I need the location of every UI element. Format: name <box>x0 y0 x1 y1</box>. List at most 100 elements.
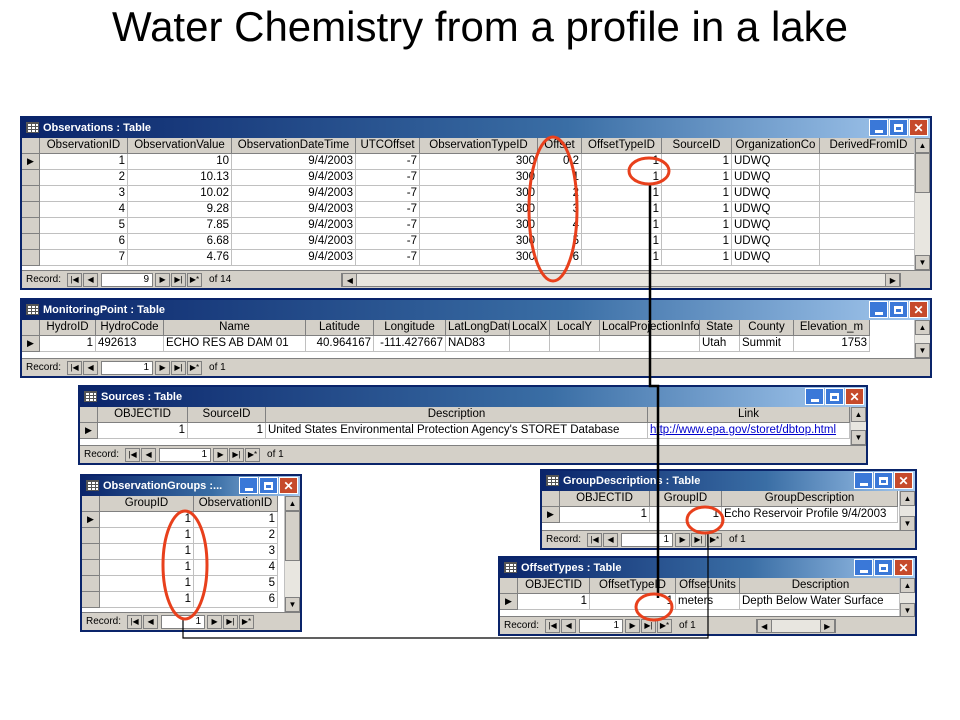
table-row[interactable]: 16 <box>82 592 300 608</box>
record-number-input[interactable]: 1 <box>161 614 206 629</box>
close-button[interactable]: ✕ <box>909 301 928 318</box>
table-cell[interactable]: 5 <box>194 576 278 592</box>
table-cell[interactable]: 1 <box>100 512 194 528</box>
table-cell[interactable]: 1753 <box>794 336 870 352</box>
table-cell[interactable]: 1 <box>538 170 582 186</box>
table-cell[interactable]: UDWQ <box>732 234 820 250</box>
table-cell[interactable]: Depth Below Water Surface <box>740 594 902 610</box>
table-cell[interactable]: 9/4/2003 <box>232 170 356 186</box>
vertical-scrollbar[interactable]: ▲ ▼ <box>850 407 866 445</box>
scroll-up-button[interactable]: ▲ <box>915 320 930 335</box>
table-cell[interactable] <box>820 202 918 218</box>
column-header[interactable]: OffsetTypeID <box>590 578 676 594</box>
table-cell[interactable]: 300 <box>420 186 538 202</box>
table-cell[interactable]: -7 <box>356 250 420 266</box>
row-selector[interactable] <box>22 218 40 234</box>
previous-record-button[interactable]: ◀ <box>83 360 99 375</box>
table-cell[interactable]: 1 <box>582 186 662 202</box>
table-cell[interactable]: 7 <box>40 250 128 266</box>
table-cell[interactable]: 10.02 <box>128 186 232 202</box>
scroll-up-button[interactable]: ▲ <box>900 491 915 506</box>
table-cell[interactable]: 9/4/2003 <box>232 202 356 218</box>
table-cell[interactable]: 1 <box>650 507 722 523</box>
table-cell[interactable]: -7 <box>356 218 420 234</box>
scroll-down-button[interactable]: ▼ <box>851 430 866 445</box>
maximize-button[interactable] <box>874 559 893 576</box>
first-record-button[interactable]: |◀ <box>545 618 561 633</box>
table-cell[interactable]: 300 <box>420 218 538 234</box>
table-cell[interactable]: http://www.epa.gov/storet/dbtop.html <box>648 423 850 439</box>
table-cell[interactable]: 9/4/2003 <box>232 218 356 234</box>
column-header[interactable]: ObservationValue <box>128 138 232 154</box>
column-header[interactable]: ObservationTypeID <box>420 138 538 154</box>
table-cell[interactable]: United States Environmental Protection A… <box>266 423 648 439</box>
record-number-input[interactable]: 1 <box>621 532 674 547</box>
table-cell[interactable]: 1 <box>40 336 96 352</box>
table-cell[interactable]: 1 <box>518 594 590 610</box>
vertical-scrollbar[interactable]: ▲ ▼ <box>899 578 915 618</box>
table-row[interactable]: 13 <box>82 544 300 560</box>
table-cell[interactable]: 5 <box>40 218 128 234</box>
new-record-button[interactable]: ▶* <box>239 614 255 629</box>
column-header[interactable]: ObservationID <box>40 138 128 154</box>
scroll-right-button[interactable]: ▶ <box>885 272 901 287</box>
table-cell[interactable]: 1 <box>582 234 662 250</box>
column-header[interactable]: Latitude <box>306 320 374 336</box>
column-header[interactable]: GroupID <box>650 491 722 507</box>
vertical-scrollbar[interactable]: ▲ ▼ <box>284 496 300 612</box>
table-cell[interactable]: 3 <box>194 544 278 560</box>
table-cell[interactable]: 1 <box>582 250 662 266</box>
table-cell[interactable]: 2 <box>538 186 582 202</box>
table-cell[interactable]: 6 <box>194 592 278 608</box>
maximize-button[interactable] <box>889 119 908 136</box>
table-cell[interactable]: 4.76 <box>128 250 232 266</box>
table-cell[interactable]: 10 <box>128 154 232 170</box>
first-record-button[interactable]: |◀ <box>587 532 603 547</box>
scroll-down-button[interactable]: ▼ <box>915 343 930 358</box>
table-cell[interactable]: -7 <box>356 154 420 170</box>
new-record-button[interactable]: ▶* <box>187 272 203 287</box>
table-cell[interactable]: 4 <box>40 202 128 218</box>
scroll-down-button[interactable]: ▼ <box>900 516 915 531</box>
row-selector[interactable] <box>82 576 100 592</box>
table-cell[interactable] <box>510 336 550 352</box>
column-header[interactable]: SourceID <box>188 407 266 423</box>
column-header[interactable]: OffsetTypeID <box>582 138 662 154</box>
next-record-button[interactable]: ▶ <box>625 618 641 633</box>
table-cell[interactable]: 9.28 <box>128 202 232 218</box>
table-cell[interactable]: 1 <box>560 507 650 523</box>
new-record-button[interactable]: ▶* <box>657 618 673 633</box>
row-selector[interactable] <box>22 250 40 266</box>
first-record-button[interactable]: |◀ <box>125 447 141 462</box>
column-header[interactable]: County <box>740 320 794 336</box>
scroll-thumb[interactable] <box>285 511 300 561</box>
maximize-button[interactable] <box>889 301 908 318</box>
maximize-button[interactable] <box>874 472 893 489</box>
table-cell[interactable]: 9/4/2003 <box>232 250 356 266</box>
table-cell[interactable]: UDWQ <box>732 186 820 202</box>
table-cell[interactable]: 1 <box>662 170 732 186</box>
vertical-scrollbar[interactable]: ▲ ▼ <box>899 491 915 531</box>
column-header[interactable]: Name <box>164 320 306 336</box>
close-button[interactable]: ✕ <box>909 119 928 136</box>
table-cell[interactable]: meters <box>676 594 740 610</box>
table-cell[interactable]: 1 <box>582 202 662 218</box>
scroll-right-button[interactable]: ▶ <box>819 618 835 633</box>
minimize-button[interactable] <box>854 472 873 489</box>
last-record-button[interactable]: ▶| <box>641 618 657 633</box>
scroll-up-button[interactable]: ▲ <box>851 407 866 422</box>
column-header[interactable]: LocalProjectionInfo <box>600 320 700 336</box>
table-cell[interactable]: Echo Reservoir Profile 9/4/2003 <box>722 507 898 523</box>
table-cell[interactable]: 300 <box>420 154 538 170</box>
minimize-button[interactable] <box>869 119 888 136</box>
row-selector[interactable] <box>82 544 100 560</box>
record-number-input[interactable]: 1 <box>101 360 154 375</box>
vertical-scrollbar[interactable]: ▲ ▼ <box>914 138 930 270</box>
record-number-input[interactable]: 1 <box>579 618 624 633</box>
vertical-scrollbar[interactable]: ▲ ▼ <box>914 320 930 358</box>
table-row[interactable]: 3 10.02 9/4/2003 -7 300 2 1 1 UDWQ <box>22 186 930 202</box>
row-selector[interactable]: ▶ <box>80 423 98 439</box>
table-cell[interactable]: 6 <box>538 250 582 266</box>
scroll-up-button[interactable]: ▲ <box>915 138 930 153</box>
table-cell[interactable] <box>820 218 918 234</box>
